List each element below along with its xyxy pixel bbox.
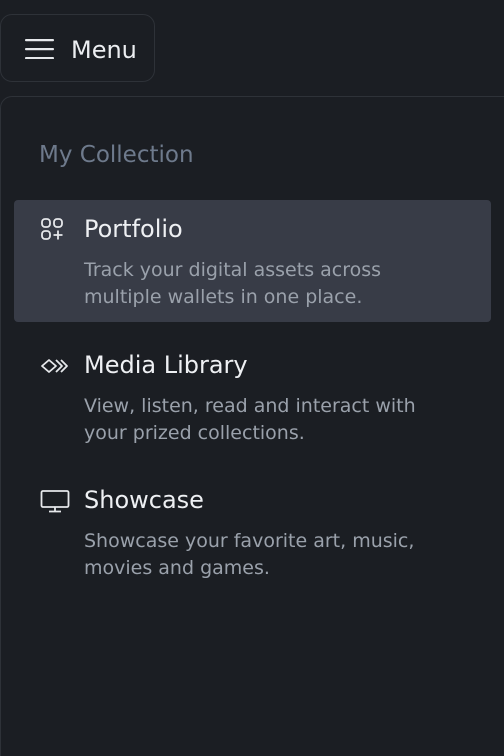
hamburger-icon [25,39,54,59]
grid-plus-icon [41,218,63,240]
menu-button[interactable]: Menu [0,14,155,82]
menu-item-title: Media Library [84,351,248,379]
menu-item-portfolio[interactable]: Portfolio Track your digital assets acro… [14,200,491,322]
menu-label: Menu [71,36,137,64]
chevrons-icon [41,359,68,373]
menu-item-description: View, listen, read and interact with you… [84,395,416,444]
menu-item-description: Track your digital assets across multipl… [84,259,382,308]
menu-item-title: Showcase [84,486,204,514]
menu-page: Menu My Collection Portfolio Track your … [0,0,504,756]
menu-item-description: Showcase your favorite art, music, movie… [84,530,415,579]
menu-panel: My Collection Portfolio Track your digit… [0,96,504,756]
menu-item-media-library[interactable]: Media Library View, listen, read and int… [14,336,491,458]
menu-item-showcase[interactable]: Showcase Showcase your favorite art, mus… [14,471,491,593]
monitor-icon [40,490,70,513]
menu-item-title: Portfolio [84,215,183,243]
section-title: My Collection [39,142,194,168]
